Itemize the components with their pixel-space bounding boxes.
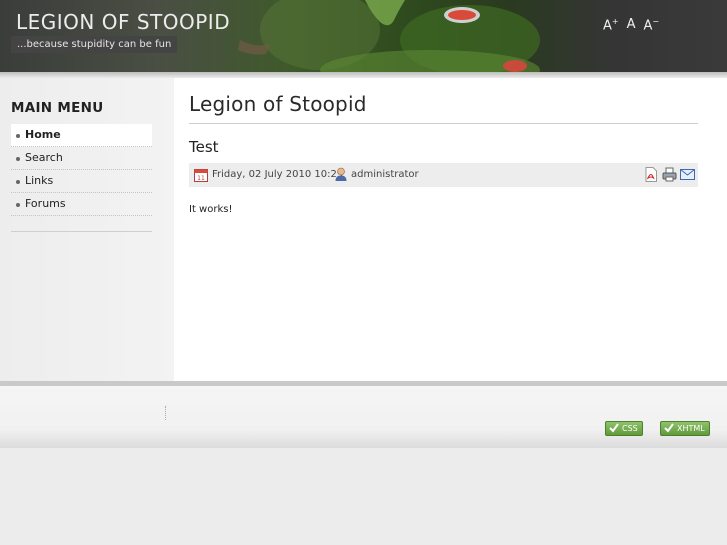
decrease-font-button[interactable]: A− [644, 17, 660, 33]
footer-divider [165, 406, 167, 420]
checkmark-icon [664, 423, 674, 433]
menu-item-forums[interactable]: Forums [11, 193, 152, 216]
article-date: Friday, 02 July 2010 10:29 [212, 169, 344, 180]
title-divider [189, 123, 698, 124]
valid-css-badge[interactable]: CSS [605, 421, 643, 436]
article-author: administrator [351, 169, 419, 180]
email-icon[interactable] [680, 169, 695, 180]
valid-css-label: CSS [622, 424, 638, 433]
main-content: Legion of Stoopid Test 11 Friday, 02 Jul… [174, 78, 727, 381]
increase-font-button[interactable]: A+ [603, 17, 619, 33]
pdf-icon[interactable] [644, 167, 658, 182]
site-tagline: ...because stupidity can be fun [11, 36, 178, 53]
article-title[interactable]: Test [189, 138, 219, 156]
sidebar: MAIN MENU Home Search Links Forums [0, 78, 174, 381]
site-title[interactable]: LEGION OF STOOPID [16, 10, 230, 34]
checkmark-icon [609, 423, 619, 433]
calendar-icon: 11 [194, 169, 208, 182]
menu-divider [11, 231, 152, 232]
main-menu: Home Search Links Forums [11, 124, 152, 216]
print-icon[interactable] [662, 167, 677, 182]
site-footer: CSS XHTML [0, 386, 727, 448]
svg-text:11: 11 [197, 175, 205, 182]
site-header: LEGION OF STOOPID ...because stupidity c… [0, 0, 727, 72]
valid-xhtml-label: XHTML [677, 424, 705, 433]
menu-item-links[interactable]: Links [11, 170, 152, 193]
valid-xhtml-badge[interactable]: XHTML [660, 421, 710, 436]
font-size-controls: A+ A A− [603, 17, 659, 33]
main-menu-title: MAIN MENU [11, 100, 104, 116]
article-meta-bar: 11 Friday, 02 July 2010 10:29 administra… [189, 163, 698, 187]
reset-font-button[interactable]: A [627, 17, 636, 32]
user-icon [335, 167, 347, 181]
menu-item-home[interactable]: Home [11, 124, 152, 147]
page-title: Legion of Stoopid [189, 92, 367, 116]
menu-item-search[interactable]: Search [11, 147, 152, 170]
article-body: It works! [189, 204, 233, 215]
